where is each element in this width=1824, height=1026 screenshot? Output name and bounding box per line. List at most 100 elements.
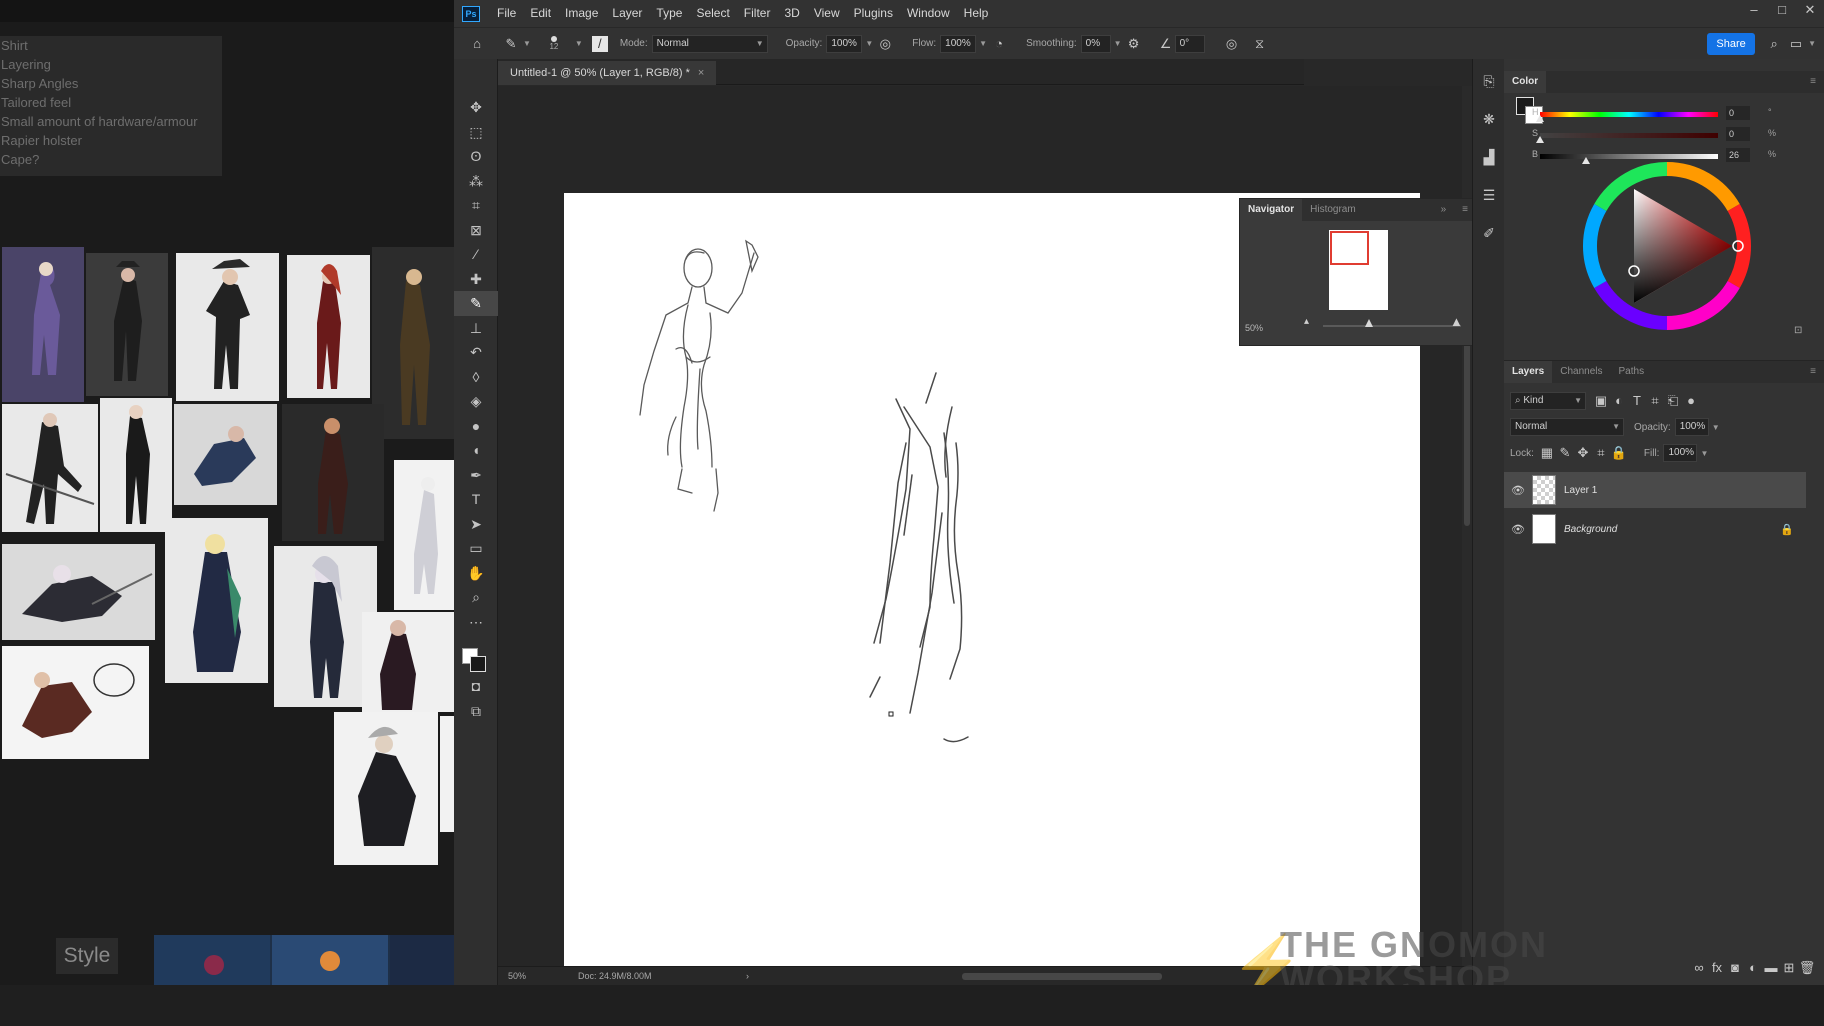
- zoom-out-icon[interactable]: ▴: [1304, 316, 1309, 327]
- marquee-tool-icon[interactable]: ⬚: [454, 120, 498, 145]
- chevron-down-icon[interactable]: ▼: [1700, 449, 1708, 458]
- collapse-panel-icon[interactable]: »: [1433, 199, 1455, 221]
- hue-value[interactable]: 0: [1726, 106, 1750, 120]
- layer-opacity-input[interactable]: 100%: [1674, 418, 1709, 436]
- menu-select[interactable]: Select: [689, 0, 736, 27]
- menu-window[interactable]: Window: [900, 0, 957, 27]
- reference-image[interactable]: [2, 404, 98, 532]
- reference-image[interactable]: [2, 646, 149, 759]
- hue-track[interactable]: [1540, 112, 1718, 117]
- document-tab[interactable]: Untitled-1 @ 50% (Layer 1, RGB/8) * ×: [498, 61, 717, 85]
- panel-menu-icon[interactable]: ≡: [1454, 199, 1472, 221]
- navigator-preview[interactable]: [1329, 230, 1388, 310]
- menu-image[interactable]: Image: [558, 0, 605, 27]
- brush-settings-panel-icon[interactable]: /: [591, 35, 608, 52]
- histogram-icon[interactable]: ▟: [1473, 141, 1505, 173]
- brightness-value[interactable]: 26: [1726, 148, 1750, 162]
- reference-image[interactable]: [282, 404, 384, 541]
- lock-all-icon[interactable]: 🔒: [1610, 444, 1628, 462]
- menu-type[interactable]: Type: [649, 0, 689, 27]
- brush-size-picker[interactable]: 12: [544, 36, 564, 51]
- reference-image[interactable]: [86, 253, 168, 396]
- filter-smart-object-icon[interactable]: ⎗: [1664, 392, 1682, 410]
- symmetry-icon[interactable]: ⧖: [1251, 35, 1269, 53]
- clone-stamp-tool-icon[interactable]: ⊥: [454, 316, 498, 341]
- menu-help[interactable]: Help: [957, 0, 996, 27]
- path-selection-tool-icon[interactable]: ➤: [454, 512, 498, 537]
- chevron-down-icon[interactable]: ▼: [1114, 39, 1122, 48]
- screen-mode-icon[interactable]: ⧉: [454, 699, 498, 724]
- crop-tool-icon[interactable]: ⌗: [454, 193, 498, 218]
- quick-mask-icon[interactable]: ◘: [454, 674, 498, 699]
- home-icon[interactable]: ⌂: [466, 35, 488, 53]
- visibility-eye-icon[interactable]: 👁: [1504, 484, 1532, 497]
- fill-input[interactable]: 100%: [1663, 444, 1698, 462]
- hue-handle[interactable]: [1536, 115, 1544, 122]
- reference-image[interactable]: [440, 716, 454, 832]
- saturation-track[interactable]: [1540, 133, 1718, 138]
- maximize-button[interactable]: □: [1768, 0, 1796, 20]
- workspace-icon[interactable]: ▭: [1787, 35, 1805, 53]
- status-menu-arrow-icon[interactable]: ›: [746, 967, 749, 986]
- reference-image[interactable]: [394, 460, 454, 610]
- reference-image[interactable]: [165, 518, 268, 683]
- filter-adjustment-icon[interactable]: ◐: [1610, 392, 1628, 410]
- minimize-button[interactable]: –: [1740, 0, 1768, 20]
- close-tab-icon[interactable]: ×: [698, 67, 704, 79]
- lasso-tool-icon[interactable]: ʘ: [454, 144, 498, 169]
- chevron-down-icon[interactable]: ▼: [1808, 39, 1816, 48]
- color-panel-options-icon[interactable]: ⊡: [1794, 325, 1802, 336]
- history-panel-icon[interactable]: ⎘: [1473, 65, 1505, 97]
- magic-wand-tool-icon[interactable]: ⁂: [454, 169, 498, 194]
- tab-channels[interactable]: Channels: [1552, 361, 1610, 383]
- gear-icon[interactable]: ⚙: [1125, 35, 1143, 53]
- reference-image[interactable]: [100, 398, 172, 532]
- menu-layer[interactable]: Layer: [605, 0, 649, 27]
- reference-image-strip[interactable]: [154, 935, 454, 985]
- panel-menu-icon[interactable]: ≡: [1802, 71, 1824, 93]
- lock-position-icon[interactable]: ✥: [1574, 444, 1592, 462]
- share-button[interactable]: Share: [1707, 32, 1756, 55]
- layer-row[interactable]: 👁 Background 🔒: [1504, 511, 1824, 547]
- pen-tool-icon[interactable]: ✒: [454, 463, 498, 488]
- zoom-in-icon[interactable]: ▲: [1450, 314, 1463, 329]
- brush-tool-preset-icon[interactable]: ✎: [502, 35, 520, 53]
- mode-select[interactable]: Normal ▼: [651, 34, 768, 53]
- reference-image[interactable]: [174, 404, 277, 505]
- layer-name[interactable]: Layer 1: [1564, 485, 1597, 496]
- reference-image[interactable]: [362, 612, 454, 712]
- rectangle-tool-icon[interactable]: ▭: [454, 536, 498, 561]
- opacity-input[interactable]: 100%: [826, 34, 863, 53]
- navigator-zoom-value[interactable]: 50%: [1245, 323, 1263, 333]
- menu-3d[interactable]: 3D: [777, 0, 806, 27]
- pressure-size-icon[interactable]: ◎: [1223, 35, 1241, 53]
- layer-name[interactable]: Background: [1564, 524, 1617, 535]
- brightness-track[interactable]: [1540, 154, 1718, 159]
- eyedropper-tool-icon[interactable]: ⁄: [454, 242, 498, 267]
- more-tools-icon[interactable]: ⋯: [454, 610, 498, 635]
- filter-pixel-icon[interactable]: ▣: [1592, 392, 1610, 410]
- foreground-color-swatch[interactable]: [470, 656, 486, 672]
- flow-input[interactable]: 100%: [940, 34, 977, 53]
- reference-image[interactable]: [176, 253, 279, 401]
- filter-toggle-icon[interactable]: ●: [1682, 392, 1700, 410]
- chevron-down-icon[interactable]: ▼: [1712, 423, 1720, 432]
- tab-navigator[interactable]: Navigator: [1240, 199, 1303, 221]
- zoom-tool-icon[interactable]: ⌕: [454, 585, 498, 610]
- reference-image[interactable]: [334, 712, 438, 865]
- saturation-slider[interactable]: S 0 %: [1532, 127, 1780, 143]
- canvas-area[interactable]: Navigator Histogram » ≡ 50% ▴ ▲: [498, 86, 1472, 966]
- blur-tool-icon[interactable]: ●: [454, 414, 498, 439]
- history-brush-tool-icon[interactable]: ↶: [454, 340, 498, 365]
- chevron-down-icon[interactable]: ▼: [979, 39, 987, 48]
- eraser-tool-icon[interactable]: ◊: [454, 365, 498, 390]
- menu-file[interactable]: File: [490, 0, 523, 27]
- reference-image[interactable]: [372, 247, 454, 439]
- layer-kind-filter[interactable]: ⌕ Kind ▼: [1510, 392, 1586, 410]
- tab-layers[interactable]: Layers: [1504, 361, 1553, 383]
- panel-menu-icon[interactable]: ≡: [1802, 361, 1824, 383]
- paint-bucket-tool-icon[interactable]: ◈: [454, 389, 498, 414]
- menu-plugins[interactable]: Plugins: [847, 0, 900, 27]
- tab-histogram[interactable]: Histogram: [1302, 199, 1364, 221]
- saturation-value[interactable]: 0: [1726, 127, 1750, 141]
